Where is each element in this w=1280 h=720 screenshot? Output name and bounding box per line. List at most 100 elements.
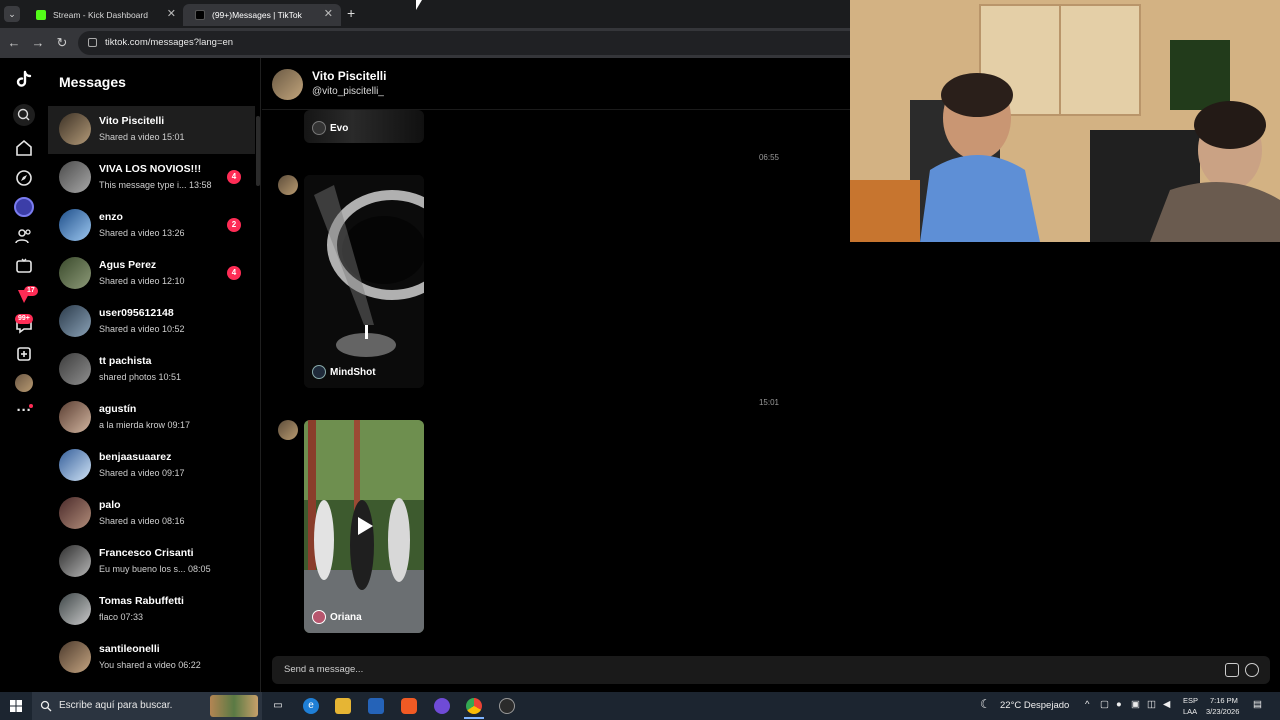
play-icon[interactable]	[356, 516, 374, 536]
search-highlight-image	[210, 695, 258, 717]
new-tab-button[interactable]: +	[347, 6, 355, 20]
profile-icon[interactable]	[15, 374, 33, 392]
brave-icon[interactable]	[401, 698, 417, 714]
clock-date[interactable]: 3/23/2026	[1206, 707, 1239, 716]
search-icon[interactable]	[13, 104, 35, 126]
author-avatar	[312, 365, 326, 379]
edge-icon[interactable]: e	[303, 698, 319, 714]
tab-strip: ⌄ Stream - Kick Dashboard ✕ (99+)Message…	[0, 0, 850, 28]
chat-contact-handle[interactable]: @vito_piscitelli_	[312, 86, 384, 97]
author-avatar	[312, 121, 326, 135]
tray-chevron-icon[interactable]: ^	[1085, 699, 1089, 710]
conversation-name: user095612148	[99, 307, 174, 319]
video-author-name: Oriana	[330, 611, 362, 623]
message-input[interactable]: Send a message...	[272, 656, 1270, 684]
conversation-name: Tomas Rabuffetti	[99, 595, 184, 607]
tab-kick-dashboard[interactable]: Stream - Kick Dashboard ✕	[24, 4, 184, 26]
network-icon[interactable]: ◫	[1147, 699, 1156, 710]
conversation-avatar	[59, 545, 91, 577]
conversation-item[interactable]: Agus Perez Shared a video 12:10 4	[48, 250, 255, 298]
store-icon[interactable]	[368, 698, 384, 714]
windows-start-icon[interactable]	[10, 700, 22, 712]
taskbar-search-placeholder: Escribe aquí para buscar.	[59, 700, 173, 711]
site-info-icon[interactable]	[88, 38, 97, 47]
webcam-overlay	[850, 0, 1280, 242]
home-icon[interactable]	[14, 138, 34, 158]
chat-avatar[interactable]	[272, 69, 303, 100]
notification-center-icon[interactable]: ▤	[1253, 699, 1262, 710]
explore-icon[interactable]	[14, 168, 34, 188]
task-view-icon[interactable]: ▭	[270, 698, 286, 714]
video-thumbnail	[304, 175, 424, 388]
microphone-icon[interactable]: ●	[1116, 699, 1122, 710]
conversation-item[interactable]: Francesco Crisanti Eu muy bueno los s... …	[48, 538, 255, 586]
conversation-name: benjaasuaarez	[99, 451, 172, 463]
messages-heading: Messages	[59, 74, 126, 90]
conversation-avatar	[59, 497, 91, 529]
address-url: tiktok.com/messages?lang=en	[105, 37, 234, 48]
message-timestamp: 06:55	[758, 153, 779, 162]
conversation-item[interactable]: santileonelli You shared a video 06:22	[48, 634, 255, 682]
shared-video-card[interactable]: MindShot	[304, 175, 424, 388]
conversation-item[interactable]: enzo Shared a video 13:26 2	[48, 202, 255, 250]
conversation-list: Vito Piscitelli Shared a video 15:01 VIVA …	[48, 106, 260, 682]
conversation-name: Francesco Crisanti	[99, 547, 194, 559]
conversation-item[interactable]: benjaasuaarez Shared a video 09:17	[48, 442, 255, 490]
tray-app-icon[interactable]: ▢	[1100, 699, 1109, 710]
conversation-preview: You shared a video 06:22	[99, 660, 201, 670]
reload-icon[interactable]: ↻	[54, 35, 70, 51]
following-avatar-icon[interactable]	[14, 197, 34, 217]
file-explorer-icon[interactable]	[335, 698, 351, 714]
chrome-icon[interactable]	[466, 698, 482, 714]
conversation-preview: Shared a video 08:16	[99, 516, 185, 526]
tab-search-button[interactable]: ⌄	[4, 6, 20, 22]
conversation-preview: Eu muy bueno los s... 08:05	[99, 564, 211, 574]
video-author-name: MindShot	[330, 366, 376, 378]
conversation-item[interactable]: user095612148 Shared a video 10:52	[48, 298, 255, 346]
video-author: MindShot	[312, 365, 376, 379]
obs-icon[interactable]	[499, 698, 515, 714]
conversation-avatar	[59, 257, 91, 289]
conversation-item[interactable]: palo Shared a video 08:16	[48, 490, 255, 538]
address-bar[interactable]: tiktok.com/messages?lang=en	[78, 31, 858, 55]
friends-icon[interactable]	[14, 226, 34, 246]
tray-app2-icon[interactable]: ▣	[1131, 699, 1140, 710]
conversation-item[interactable]: Tomas Rabuffetti flaco 07:33	[48, 586, 255, 634]
back-arrow-icon[interactable]: ←	[6, 35, 22, 51]
upload-icon[interactable]	[14, 344, 34, 364]
emoji-icon[interactable]	[1245, 663, 1259, 677]
tiktok-logo-icon[interactable]	[14, 70, 34, 90]
conversation-item[interactable]: agustín a la mierda krow 09:17	[48, 394, 255, 442]
conversation-preview: Shared a video 10:52	[99, 324, 185, 334]
conversation-name: tt pachista	[99, 355, 152, 367]
live-icon[interactable]	[14, 256, 34, 276]
weather-text[interactable]: 22°C Despejado	[1000, 700, 1069, 711]
unread-badge: 2	[227, 218, 241, 232]
gif-icon[interactable]	[1225, 663, 1239, 677]
conversation-name: palo	[99, 499, 121, 511]
conversation-item[interactable]: tt pachista shared photos 10:51	[48, 346, 255, 394]
conversation-item[interactable]: VIVA LOS NOVIOS!!! This message type i...…	[48, 154, 255, 202]
mouse-cursor-icon	[416, 0, 422, 10]
sender-avatar[interactable]	[278, 420, 298, 440]
volume-icon[interactable]: ◀	[1163, 699, 1170, 710]
conversation-avatar	[59, 641, 91, 673]
close-tab-icon[interactable]: ✕	[167, 7, 176, 20]
sender-avatar[interactable]	[278, 175, 298, 195]
clock-time[interactable]: 7:16 PM	[1210, 696, 1238, 705]
messages-badge: 99+	[15, 314, 33, 324]
shared-video-card[interactable]: Evo	[304, 110, 424, 143]
chat-contact-name[interactable]: Vito Piscitelli	[312, 69, 386, 83]
taskbar-search-box[interactable]: Escribe aquí para buscar.	[32, 692, 262, 720]
language-indicator[interactable]: ESP	[1183, 696, 1198, 705]
shared-video-card[interactable]: Oriana	[304, 420, 424, 633]
conversation-avatar	[59, 161, 91, 193]
conversation-item[interactable]: Vito Piscitelli Shared a video 15:01	[48, 106, 255, 154]
forward-arrow-icon[interactable]: →	[30, 35, 46, 51]
app-circle-icon[interactable]	[434, 698, 450, 714]
author-avatar	[312, 610, 326, 624]
conversation-avatar	[59, 593, 91, 625]
tab-tiktok-messages[interactable]: (99+)Messages | TikTok ✕	[183, 4, 341, 26]
conversation-scrollbar[interactable]	[256, 116, 260, 186]
close-tab-icon[interactable]: ✕	[324, 7, 333, 20]
